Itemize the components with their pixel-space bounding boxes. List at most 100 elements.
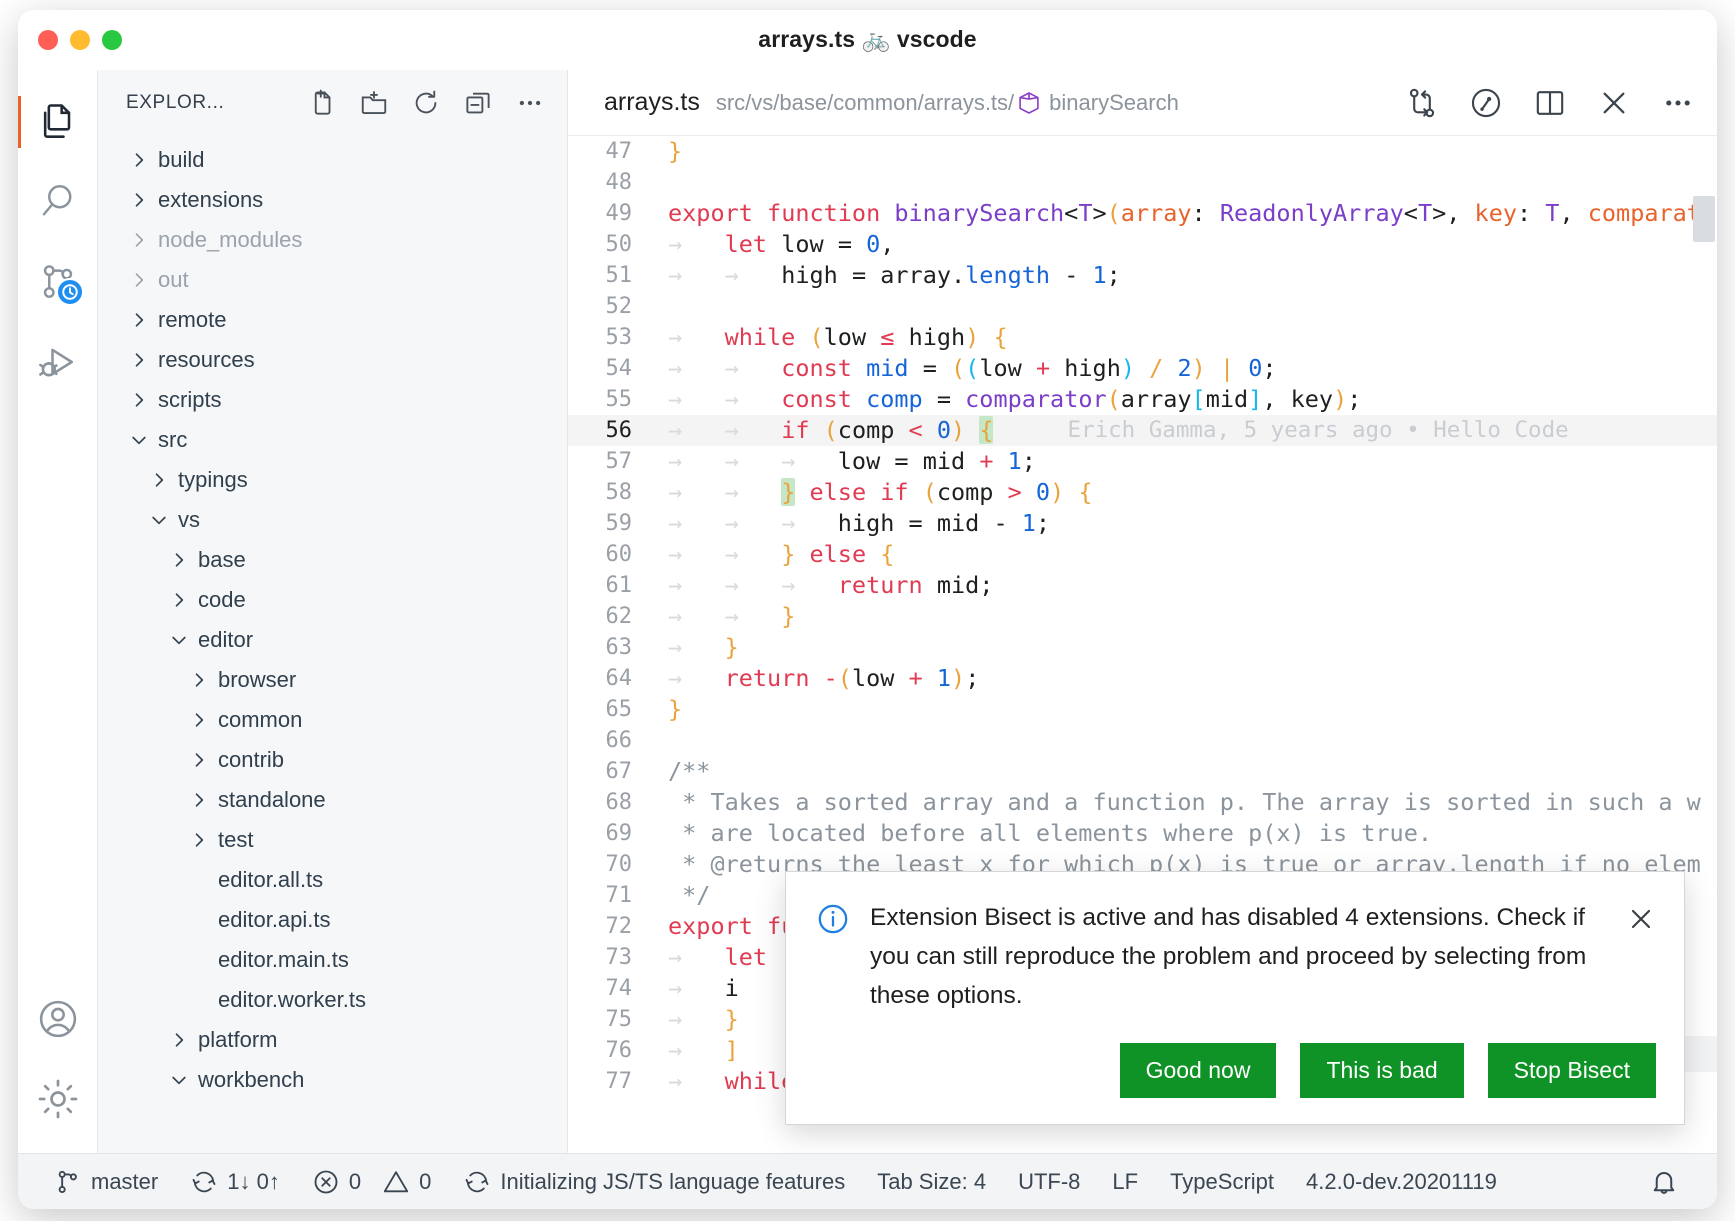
tree-folder-workbench[interactable]: workbench — [98, 1060, 567, 1100]
code-token: comparator — [965, 385, 1106, 413]
minimap[interactable] — [1691, 136, 1717, 1153]
code-line[interactable]: 47} — [568, 136, 1717, 167]
code-line[interactable]: 67/** — [568, 756, 1717, 787]
code-line[interactable]: 69 * are located before all elements whe… — [568, 818, 1717, 849]
code-line[interactable]: 50→ let low = 0, — [568, 229, 1717, 260]
code-token — [753, 199, 767, 227]
tree-file-editor-api-ts[interactable]: editor.api.ts — [98, 900, 567, 940]
code-line[interactable]: 51→ → high = array.length - 1; — [568, 260, 1717, 291]
code-token: ) — [965, 323, 979, 351]
tree-file-editor-all-ts[interactable]: editor.all.ts — [98, 860, 567, 900]
code-token: * Takes a sorted array and a function p.… — [668, 788, 1701, 816]
activity-item-run-debug[interactable] — [18, 322, 98, 402]
code-line[interactable]: 59→ → → high = mid - 1; — [568, 508, 1717, 539]
tree-folder-typings[interactable]: typings — [98, 460, 567, 500]
status-problems[interactable]: 0 0 — [296, 1154, 448, 1210]
status-notifications[interactable] — [1633, 1154, 1695, 1210]
notification-close-icon[interactable] — [1626, 898, 1656, 934]
tree-folder-base[interactable]: base — [98, 540, 567, 580]
tree-folder-common[interactable]: common — [98, 700, 567, 740]
code-line[interactable]: 48 — [568, 167, 1717, 198]
tree-folder-build[interactable]: build — [98, 140, 567, 180]
status-task[interactable]: Initializing JS/TS language features — [447, 1154, 861, 1210]
good-now-button[interactable]: Good now — [1120, 1043, 1277, 1098]
code-editor[interactable]: 47}4849export function binarySearch<T>(a… — [568, 136, 1717, 1153]
chevron-right-icon — [126, 387, 152, 413]
tree-folder-remote[interactable]: remote — [98, 300, 567, 340]
tree-folder-test[interactable]: test — [98, 820, 567, 860]
code-line[interactable]: 56→ → if (comp < 0) {Erich Gamma, 5 year… — [568, 415, 1717, 446]
chevron-right-icon — [126, 347, 152, 373]
ellipsis-icon[interactable] — [515, 88, 545, 118]
code-token — [795, 540, 809, 568]
activity-item-explorer[interactable] — [18, 82, 98, 162]
minimap-slider[interactable] — [1693, 196, 1715, 242]
tree-item-label: editor.api.ts — [218, 907, 331, 933]
code-line[interactable]: 61→ → → return mid; — [568, 570, 1717, 601]
tree-folder-src[interactable]: src — [98, 420, 567, 460]
tree-file-editor-worker-ts[interactable]: editor.worker.ts — [98, 980, 567, 1020]
chevron-right-icon — [186, 747, 212, 773]
close-icon[interactable] — [1597, 86, 1631, 120]
code-line[interactable]: 65} — [568, 694, 1717, 725]
activity-item-settings[interactable] — [18, 1059, 98, 1139]
status-tab-size[interactable]: Tab Size: 4 — [861, 1154, 1002, 1210]
tree-folder-scripts[interactable]: scripts — [98, 380, 567, 420]
tree-folder-code[interactable]: code — [98, 580, 567, 620]
code-token: else — [810, 540, 867, 568]
tree-folder-vs[interactable]: vs — [98, 500, 567, 540]
code-line[interactable]: 54→ → const mid = ((low + high) / 2) | 0… — [568, 353, 1717, 384]
collapse-all-icon[interactable] — [463, 88, 493, 118]
code-token — [1206, 354, 1220, 382]
activity-item-search[interactable] — [18, 162, 98, 242]
tree-folder-platform[interactable]: platform — [98, 1020, 567, 1060]
tree-folder-standalone[interactable]: standalone — [98, 780, 567, 820]
tree-folder-out[interactable]: out — [98, 260, 567, 300]
code-text: → → } — [654, 601, 795, 632]
code-line[interactable]: 62→ → } — [568, 601, 1717, 632]
breadcrumb-symbol[interactable]: binarySearch — [1016, 90, 1179, 116]
new-file-icon[interactable] — [307, 88, 337, 118]
code-line[interactable]: 58→ → } else if (comp > 0) { — [568, 477, 1717, 508]
code-line[interactable]: 60→ → } else { — [568, 539, 1717, 570]
code-line[interactable]: 53→ while (low ≤ high) { — [568, 322, 1717, 353]
code-line[interactable]: 66 — [568, 725, 1717, 756]
this-is-bad-button[interactable]: This is bad — [1300, 1043, 1463, 1098]
status-language-mode[interactable]: TypeScript — [1154, 1154, 1290, 1210]
code-line[interactable]: 49export function binarySearch<T>(array:… — [568, 198, 1717, 229]
code-line[interactable]: 52 — [568, 291, 1717, 322]
new-folder-icon[interactable] — [359, 88, 389, 118]
code-line[interactable]: 55→ → const comp = comparator(array[mid]… — [568, 384, 1717, 415]
timeline-icon[interactable] — [1469, 86, 1503, 120]
tree-folder-node-modules[interactable]: node_modules — [98, 220, 567, 260]
line-number: 65 — [568, 694, 654, 725]
split-editor-icon[interactable] — [1533, 86, 1567, 120]
tree-file-editor-main-ts[interactable]: editor.main.ts — [98, 940, 567, 980]
tree-folder-extensions[interactable]: extensions — [98, 180, 567, 220]
code-line[interactable]: 63→ } — [568, 632, 1717, 663]
tree-folder-browser[interactable]: browser — [98, 660, 567, 700]
activity-item-source-control[interactable] — [18, 242, 98, 322]
status-sync[interactable]: 1↓ 0↑ — [174, 1154, 296, 1210]
breadcrumb-path[interactable]: src/vs/base/common/arrays.ts/ — [716, 90, 1014, 116]
tree-folder-resources[interactable]: resources — [98, 340, 567, 380]
status-branch[interactable]: master — [38, 1154, 174, 1210]
code-token: array — [1121, 385, 1192, 413]
code-line[interactable]: 68 * Takes a sorted array and a function… — [568, 787, 1717, 818]
compare-changes-icon[interactable] — [1405, 86, 1439, 120]
ellipsis-icon[interactable] — [1661, 86, 1695, 120]
status-encoding[interactable]: UTF-8 — [1002, 1154, 1096, 1210]
code-token — [965, 447, 979, 475]
status-version[interactable]: 4.2.0-dev.20201119 — [1290, 1154, 1513, 1210]
code-line[interactable]: 57→ → → low = mid + 1; — [568, 446, 1717, 477]
status-eol[interactable]: LF — [1096, 1154, 1154, 1210]
stop-bisect-button[interactable]: Stop Bisect — [1488, 1043, 1656, 1098]
code-token — [909, 478, 923, 506]
line-number: 70 — [568, 849, 654, 880]
activity-item-accounts[interactable] — [18, 979, 98, 1059]
tree-folder-editor[interactable]: editor — [98, 620, 567, 660]
refresh-icon[interactable] — [411, 88, 441, 118]
breadcrumb-file[interactable]: arrays.ts — [604, 88, 700, 117]
tree-folder-contrib[interactable]: contrib — [98, 740, 567, 780]
code-line[interactable]: 64→ return -(low + 1); — [568, 663, 1717, 694]
